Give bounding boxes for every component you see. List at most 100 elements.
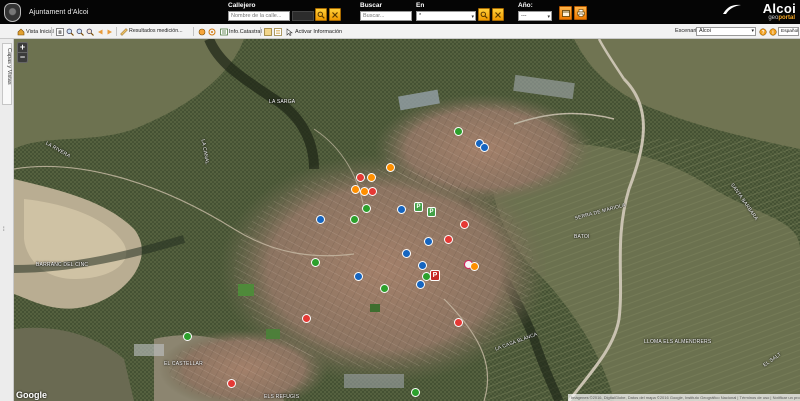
year-select[interactable]: --- ▾ <box>518 11 552 21</box>
search-input[interactable]: Buscar... <box>360 11 412 21</box>
zoom-in-button[interactable]: + <box>18 43 27 52</box>
city-seal-icon <box>4 2 21 22</box>
poi-marker-orange[interactable] <box>470 262 479 271</box>
google-logo[interactable]: Google <box>16 390 47 400</box>
poi-marker-red[interactable] <box>302 314 311 323</box>
logo-sub-geo: geo <box>768 15 779 21</box>
help-button[interactable]: ? <box>758 26 767 37</box>
cadastral-info-button[interactable]: Info.Catastral <box>219 26 262 37</box>
poi-marker-blue[interactable] <box>402 249 411 258</box>
window-layout-button[interactable] <box>559 6 572 20</box>
map-toolbar: Vista Inicial Resultados medición... Inf… <box>0 24 800 39</box>
street-search-input[interactable]: Nombre de la calle... <box>228 11 290 21</box>
language-select[interactable]: Español <box>778 27 799 36</box>
poi-marker-blue[interactable] <box>397 205 406 214</box>
poi-marker-red[interactable] <box>368 187 377 196</box>
poi-marker-green[interactable] <box>350 215 359 224</box>
magnifier-icon <box>85 27 94 36</box>
poi-marker-red[interactable] <box>454 318 463 327</box>
place-label: EL CASTELLAR <box>164 361 203 367</box>
poi-marker-blue[interactable] <box>354 272 363 281</box>
about-button[interactable]: i <box>768 26 777 37</box>
year-label: Año: <box>518 2 533 9</box>
toolbar-divider <box>116 27 117 36</box>
buscar-label: Buscar <box>360 2 383 9</box>
legend-icon <box>273 27 282 36</box>
window-icon <box>561 9 570 17</box>
poi-marker-parking[interactable]: P <box>430 270 440 281</box>
initial-view-label: Vista Inicial <box>26 28 54 35</box>
zoom-box-out-button[interactable] <box>75 26 84 37</box>
home-icon <box>16 27 25 36</box>
zoom-out-icon <box>75 27 84 36</box>
street-search-button[interactable] <box>315 8 327 21</box>
poi-marker-green[interactable] <box>311 258 320 267</box>
poi-marker-red[interactable] <box>460 220 469 229</box>
logo-word: Alcoi <box>762 1 796 16</box>
street-clear-button[interactable] <box>329 8 341 21</box>
search-clear-button[interactable] <box>492 8 504 21</box>
layers-toggle-button[interactable] <box>263 26 272 37</box>
poi-marker-green[interactable] <box>362 204 371 213</box>
place-label: LA SARGA <box>269 99 296 105</box>
arrow-left-icon <box>95 27 104 36</box>
poi-marker-blue[interactable] <box>480 143 489 152</box>
poi-marker-green[interactable] <box>380 284 389 293</box>
alcoi-geoportal-logo: Alcoi geoportal <box>722 0 796 24</box>
print-button[interactable] <box>574 6 587 20</box>
previous-extent-button[interactable] <box>95 26 104 37</box>
search-scope-select[interactable]: * ▾ <box>416 11 476 21</box>
chevron-down-icon: ▾ <box>547 14 550 20</box>
brand: Ajuntament d'Alcoi <box>4 2 89 22</box>
map-attribution[interactable]: Imágenes ©2016, DigitalGlobe, Datos del … <box>568 394 800 401</box>
arrow-right-icon <box>105 27 114 36</box>
cadastral-info-label: Info.Catastral <box>229 28 262 35</box>
search-button[interactable] <box>478 8 490 21</box>
poi-marker-green[interactable] <box>454 127 463 136</box>
initial-view-button[interactable]: Vista Inicial <box>16 26 54 37</box>
eraser-icon <box>197 27 206 36</box>
measure-button[interactable]: Resultados medición... <box>119 26 183 37</box>
place-label: ELS REFUGIS <box>264 394 300 400</box>
zoom-out-button[interactable]: − <box>18 53 27 62</box>
layers-views-tab-label: Capas y Vistas <box>6 48 12 85</box>
year-value: --- <box>521 13 527 19</box>
poi-marker-blue[interactable] <box>418 261 427 270</box>
scenario-value: Alcoi <box>699 28 711 34</box>
legend-button[interactable] <box>273 26 282 37</box>
poi-marker-red[interactable] <box>444 235 453 244</box>
street-number-input[interactable] <box>292 11 314 21</box>
poi-marker-green[interactable] <box>422 272 431 281</box>
place-label: LLOMA ELS ALMENDRERS <box>644 339 712 345</box>
poi-marker-park[interactable]: P <box>414 202 423 212</box>
poi-marker-park[interactable]: P <box>427 207 436 217</box>
place-label: BARRANC DEL CINC <box>36 262 89 268</box>
logo-sub-portal: portal <box>778 15 795 21</box>
poi-marker-green[interactable] <box>183 332 192 341</box>
en-label: En <box>416 2 425 9</box>
pan-tool-button[interactable] <box>55 26 64 37</box>
poi-marker-blue[interactable] <box>424 237 433 246</box>
poi-marker-blue[interactable] <box>416 280 425 289</box>
layers-icon <box>263 27 272 36</box>
zoom-box-in-button[interactable] <box>65 26 74 37</box>
search-scope-value: * <box>419 13 422 19</box>
map-canvas[interactable]: LA RIVERA BARRANC DEL CINC LA SARGA SERR… <box>14 39 800 401</box>
poi-marker-orange[interactable] <box>386 163 395 172</box>
poi-marker-red[interactable] <box>356 173 365 182</box>
select-tool-button[interactable] <box>207 26 216 37</box>
poi-marker-orange[interactable] <box>367 173 376 182</box>
callejero-label: Callejero <box>228 2 256 9</box>
next-extent-button[interactable] <box>105 26 114 37</box>
poi-marker-orange[interactable] <box>351 185 360 194</box>
poi-marker-red[interactable] <box>227 379 236 388</box>
poi-marker-blue[interactable] <box>316 215 325 224</box>
zoom-previous-button[interactable] <box>85 26 94 37</box>
panel-resize-handle[interactable]: ⁞ <box>3 227 5 233</box>
scenario-select[interactable]: Alcoi ▾ <box>696 27 756 36</box>
activate-info-button[interactable]: Activar Información <box>285 26 342 37</box>
clear-graphics-button[interactable] <box>197 26 206 37</box>
layers-views-tab[interactable]: Capas y Vistas <box>2 43 12 105</box>
poi-marker-green[interactable] <box>411 388 420 397</box>
chevron-down-icon: ▾ <box>471 14 474 20</box>
